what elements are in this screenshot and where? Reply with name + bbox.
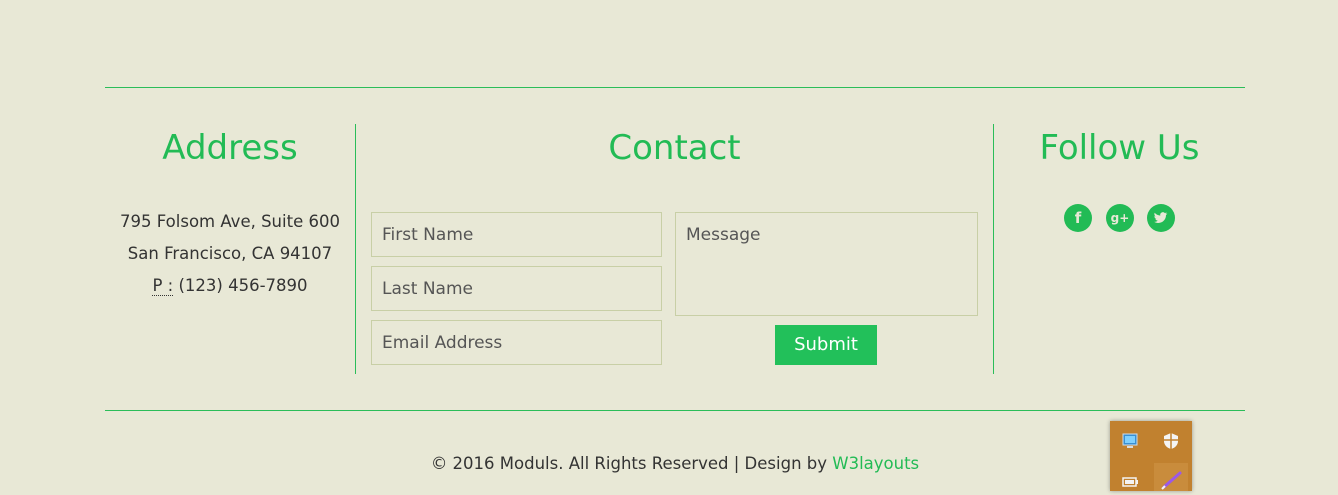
contact-title: Contact <box>608 128 741 168</box>
phone-number: (123) 456-7890 <box>178 276 308 295</box>
google-plus-icon[interactable]: g+ <box>1106 204 1134 232</box>
address-line1: 795 Folsom Ave, Suite 600 <box>120 212 340 231</box>
last-name-field[interactable]: Last Name <box>371 266 662 311</box>
email-field[interactable]: Email Address <box>371 320 662 365</box>
facebook-icon[interactable]: f <box>1064 204 1092 232</box>
w3layouts-link[interactable]: W3layouts <box>832 454 919 473</box>
message-field[interactable]: Message <box>675 212 978 316</box>
security-shield-icon[interactable] <box>1161 431 1181 451</box>
phone-line: P : (123) 456-7890 <box>105 270 355 302</box>
twitter-icon[interactable] <box>1147 204 1175 232</box>
submit-button[interactable]: Submit <box>775 325 877 365</box>
twitter-bird-shape <box>1154 212 1168 223</box>
follow-title: Follow Us <box>1039 128 1200 168</box>
first-name-field[interactable]: First Name <box>371 212 662 257</box>
address-block: 795 Folsom Ave, Suite 600 San Francisco,… <box>105 206 355 302</box>
bottom-divider <box>105 410 1245 411</box>
top-divider <box>105 87 1245 88</box>
pen-icon[interactable] <box>1154 463 1188 491</box>
battery-icon[interactable] <box>1120 471 1140 491</box>
phone-label: P : <box>152 276 174 296</box>
address-title: Address <box>162 128 298 168</box>
copyright-text: © 2016 Moduls. All Rights Reserved | Des… <box>430 454 828 473</box>
system-tray-popup <box>1110 421 1192 491</box>
address-line2: San Francisco, CA 94107 <box>127 244 333 263</box>
network-icon[interactable] <box>1120 431 1140 451</box>
